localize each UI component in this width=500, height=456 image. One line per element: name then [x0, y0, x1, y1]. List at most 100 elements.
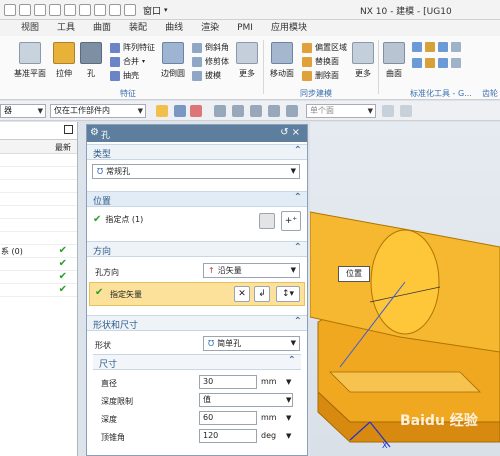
shape-section-header[interactable]: 形状和尺寸 ⌃ — [87, 315, 307, 331]
save-icon[interactable] — [19, 4, 31, 16]
tab-applications[interactable]: 应用模块 — [262, 20, 316, 36]
snap-point-icon[interactable] — [250, 105, 262, 117]
direction-section-header[interactable]: 方向 ⌃ — [87, 241, 307, 257]
navigator-row[interactable] — [0, 180, 77, 193]
delete-face-button[interactable]: 删除面 — [302, 70, 339, 81]
graphics-viewport[interactable]: X — [310, 122, 500, 456]
hole-direction-dropdown[interactable]: ↑ 沿矢量 ▼ — [203, 263, 300, 278]
chevron-up-icon[interactable]: ⌃ — [294, 192, 302, 203]
dimension-value-input[interactable]: 120 — [199, 429, 257, 443]
move-face-button[interactable]: 移动面 — [266, 42, 298, 79]
navigator-row[interactable]: ✔ — [0, 284, 77, 297]
navigator-row[interactable]: ✔ — [0, 258, 77, 271]
chevron-up-icon[interactable]: ⌃ — [288, 355, 296, 366]
unit-label[interactable]: mm — [261, 411, 277, 425]
navigator-row[interactable] — [0, 167, 77, 180]
shape-dropdown[interactable]: Ʊ 简单孔 ▼ — [203, 336, 300, 351]
tab-assembly[interactable]: 装配 — [120, 20, 156, 36]
deselect-icon[interactable] — [190, 105, 202, 117]
tab-view[interactable]: 视图 — [12, 20, 48, 36]
gear-icon[interactable]: ⚙ — [90, 127, 99, 138]
select-all-icon[interactable] — [156, 105, 168, 117]
chevron-up-icon[interactable]: ⌃ — [294, 242, 302, 253]
reset-icon[interactable]: ↺ — [280, 127, 291, 138]
chevron-up-icon[interactable]: ⌃ — [294, 316, 302, 327]
shell-button[interactable]: 抽壳 — [110, 70, 139, 81]
chevron-down-icon[interactable]: ▼ — [286, 393, 291, 407]
navigator-row[interactable] — [0, 232, 77, 245]
touch-mode-icon[interactable] — [124, 4, 136, 16]
undo-icon[interactable] — [34, 4, 46, 16]
lasso-icon[interactable] — [232, 105, 244, 117]
navigator-row[interactable] — [0, 219, 77, 232]
repeat-icon[interactable] — [109, 4, 121, 16]
maximize-icon[interactable] — [64, 125, 73, 134]
hole-type-dropdown[interactable]: Ʊ 常规孔 ▼ — [92, 164, 300, 179]
chevron-down-icon[interactable]: ▼ — [286, 375, 291, 389]
draft-button[interactable]: 拔模 — [192, 70, 221, 81]
tab-curve[interactable]: 曲线 — [156, 20, 192, 36]
copy-icon[interactable] — [79, 4, 91, 16]
inferred-vector-icon[interactable]: ↲ — [254, 286, 270, 302]
specify-point-row[interactable]: ✔ 指定点 (1) — [93, 214, 143, 225]
face-rule-combo[interactable]: 单个面 ▼ — [306, 104, 376, 118]
navigator-row[interactable] — [0, 193, 77, 206]
rect-select-icon[interactable] — [214, 105, 226, 117]
cut-icon[interactable] — [64, 4, 76, 16]
column-latest[interactable]: 最新 — [55, 142, 71, 153]
more-feature-button[interactable]: 更多 — [236, 42, 258, 79]
paste-icon[interactable] — [94, 4, 106, 16]
point-dialog-icon[interactable]: +⁺ — [281, 211, 301, 231]
position-section-header[interactable]: 位置 ⌃ — [87, 191, 307, 207]
dimension-value-input[interactable]: 值 — [199, 393, 293, 407]
tab-surface[interactable]: 曲面 — [84, 20, 120, 36]
type-filter-combo[interactable]: 器 ▼ — [0, 104, 46, 118]
tab-render[interactable]: 渲染 — [192, 20, 228, 36]
dimensions-subsection-header[interactable]: 尺寸 ⌃ — [93, 354, 301, 370]
datum-plane-button[interactable]: 基准平面 — [10, 42, 50, 79]
close-icon[interactable]: × — [292, 127, 303, 138]
tab-pmi[interactable]: PMI — [228, 20, 262, 36]
type-section-header[interactable]: 类型 ⌃ — [87, 144, 307, 160]
dimension-value-input[interactable]: 30 — [199, 375, 257, 389]
standard-tools-row-2[interactable] — [412, 58, 461, 68]
replace-face-button[interactable]: 替换面 — [302, 56, 339, 67]
sketch-section-icon[interactable] — [259, 213, 275, 229]
chevron-down-icon[interactable]: ▼ — [286, 411, 291, 425]
tab-tools[interactable]: 工具 — [48, 20, 84, 36]
vector-type-dropdown-icon[interactable]: ↕▾ — [276, 286, 300, 302]
filter-icon[interactable] — [174, 105, 186, 117]
surface-button[interactable]: 曲面 — [382, 42, 406, 79]
offset-region-button[interactable]: 偏置区域 — [302, 42, 347, 53]
reverse-direction-icon[interactable]: ✕ — [234, 286, 250, 302]
snap-face-icon[interactable] — [286, 105, 298, 117]
hole-button[interactable]: 孔 — [80, 42, 102, 79]
navigator-row[interactable]: ✔ — [0, 271, 77, 284]
standard-tools-row[interactable] — [412, 42, 461, 52]
unit-label[interactable]: mm — [261, 375, 277, 389]
chamfer-button[interactable]: 倒斜角 — [192, 42, 229, 53]
snap-edge-icon[interactable] — [268, 105, 280, 117]
navigator-row[interactable] — [0, 154, 77, 167]
navigator-row[interactable] — [0, 206, 77, 219]
extrude-button[interactable]: 拉伸 — [50, 42, 78, 79]
chevron-up-icon[interactable]: ⌃ — [294, 145, 302, 156]
tab-file[interactable] — [0, 20, 12, 36]
snap-settings-icon[interactable] — [400, 105, 412, 117]
edge-blend-button[interactable]: 边倒圆 — [158, 42, 188, 79]
redo-icon[interactable] — [49, 4, 61, 16]
selection-scope-combo[interactable]: 仅在工作部件内 ▼ — [50, 104, 146, 118]
more-sync-button[interactable]: 更多 — [352, 42, 374, 79]
window-menu[interactable]: 窗口 — [143, 4, 161, 17]
curve-rule-icon[interactable] — [382, 105, 394, 117]
menu-icon[interactable] — [4, 4, 16, 16]
dimension-value-input[interactable]: 60 — [199, 411, 257, 425]
chevron-down-icon[interactable]: ▾ — [164, 6, 168, 14]
pattern-feature-button[interactable]: 阵列特征 — [110, 42, 155, 53]
trim-body-button[interactable]: 修剪体 — [192, 56, 229, 67]
unit-label[interactable]: deg — [261, 429, 276, 443]
chevron-down-icon[interactable]: ▼ — [286, 429, 291, 443]
unite-button[interactable]: 合并 ▾ — [110, 56, 145, 67]
specify-vector-row[interactable]: ✔ 指定矢量 ✕ ↲ ↕▾ — [89, 282, 305, 306]
navigator-row[interactable]: 系 (0) ✔ — [0, 245, 77, 258]
